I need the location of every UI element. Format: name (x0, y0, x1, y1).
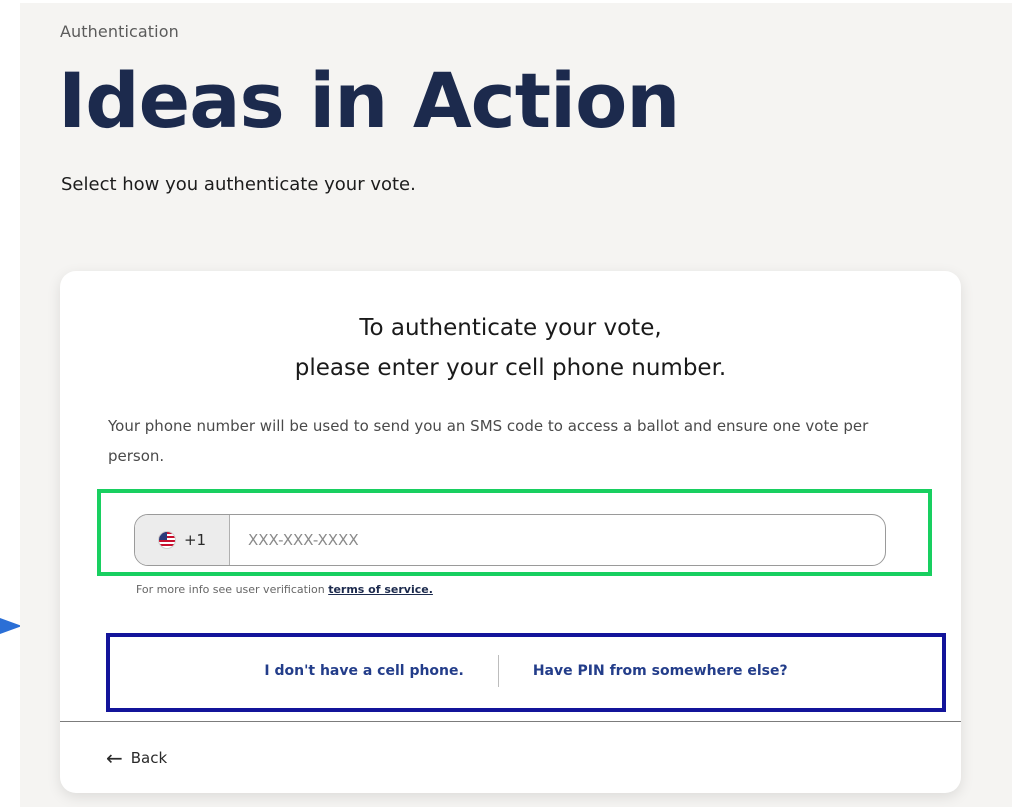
alternative-options: I don't have a cell phone. Have PIN from… (108, 643, 944, 699)
auth-card: To authenticate your vote, please enter … (60, 271, 961, 793)
phone-field: +1 (134, 514, 886, 566)
auth-page: Authentication Ideas in Action Select ho… (20, 3, 1012, 807)
back-label: Back (130, 749, 168, 767)
annotation-arrow (0, 618, 22, 634)
country-code-label: +1 (183, 531, 207, 549)
tos-prefix: For more info see user verification (136, 583, 325, 596)
terms-of-service-link[interactable]: terms of service. (328, 583, 433, 596)
page-subtitle: Select how you authenticate your vote. (61, 174, 416, 195)
arrow-left-icon: ← (106, 746, 123, 770)
card-description: Your phone number will be used to send y… (108, 417, 869, 465)
card-divider (60, 721, 961, 722)
phone-number-input[interactable] (230, 515, 885, 565)
divider (497, 655, 499, 687)
page-eyebrow: Authentication (60, 22, 179, 41)
card-heading-line1: To authenticate your vote, (359, 315, 662, 341)
country-code-selector[interactable]: +1 (135, 515, 230, 565)
no-cell-phone-link[interactable]: I don't have a cell phone. (264, 663, 463, 679)
page-title: Ideas in Action (58, 56, 680, 145)
us-flag-icon (157, 531, 176, 549)
tos-note: For more info see user verification term… (136, 583, 433, 597)
back-button[interactable]: ← Back (106, 746, 168, 770)
card-heading-line2: please enter your cell phone number. (294, 355, 727, 381)
have-pin-link[interactable]: Have PIN from somewhere else? (533, 663, 788, 679)
